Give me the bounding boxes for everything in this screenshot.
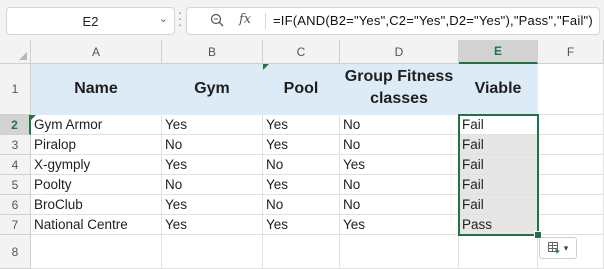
cell-d8[interactable]: [340, 235, 459, 269]
cell-viable[interactable]: Fail: [459, 135, 538, 155]
row-header-7[interactable]: 7: [0, 215, 31, 235]
row-header-3[interactable]: 3: [0, 135, 31, 155]
cell-pool[interactable]: No: [263, 155, 340, 175]
cell-pool[interactable]: Yes: [263, 175, 340, 195]
cell-a8[interactable]: [31, 235, 162, 269]
cell-pool[interactable]: Yes: [263, 135, 340, 155]
name-box[interactable]: E2 ⌄: [6, 7, 175, 35]
cell-name[interactable]: Poolty: [31, 175, 162, 195]
column-header-b[interactable]: B: [162, 40, 263, 64]
cell-group[interactable]: No: [340, 195, 459, 215]
column-header-d[interactable]: D: [340, 40, 459, 64]
row-header-4[interactable]: 4: [0, 155, 31, 175]
divider: [265, 13, 266, 29]
cell-gym[interactable]: No: [162, 175, 263, 195]
select-all-button[interactable]: [0, 40, 31, 64]
header-name[interactable]: Name: [31, 64, 162, 115]
cell-e8[interactable]: [459, 235, 538, 269]
cell-gym[interactable]: Yes: [162, 195, 263, 215]
cell-viable[interactable]: Pass: [459, 215, 538, 235]
name-box-value: E2: [82, 13, 99, 29]
row-header-5[interactable]: 5: [0, 175, 31, 195]
cell-f[interactable]: [538, 115, 604, 135]
cell-group[interactable]: No: [340, 175, 459, 195]
cell-gym[interactable]: Yes: [162, 155, 263, 175]
cell-group[interactable]: Yes: [340, 215, 459, 235]
column-header-c[interactable]: C: [263, 40, 340, 64]
cell-pool[interactable]: Yes: [263, 215, 340, 235]
select-all-triangle-icon: [19, 52, 27, 60]
cell-gym[interactable]: Yes: [162, 215, 263, 235]
header-group-fitness[interactable]: Group Fitness classes: [340, 64, 459, 115]
cell-gym[interactable]: No: [162, 135, 263, 155]
cell-name[interactable]: BroClub: [31, 195, 162, 215]
cell-f[interactable]: [538, 195, 604, 215]
cell-name[interactable]: X-gymply: [31, 155, 162, 175]
insert-function-icon[interactable]: fx: [239, 12, 251, 27]
header-viable[interactable]: Viable: [459, 64, 538, 115]
formula-input[interactable]: fx =IF(AND(B2="Yes",C2="Yes",D2="Yes"),"…: [186, 7, 600, 35]
column-header-a[interactable]: A: [31, 40, 162, 64]
header-pool[interactable]: Pool: [263, 64, 340, 115]
cell-f1[interactable]: [538, 64, 604, 115]
quick-analysis-button[interactable]: ▾: [539, 237, 577, 259]
cell-pool[interactable]: Yes: [263, 115, 340, 135]
error-indicator-icon[interactable]: [31, 115, 36, 120]
cell-name[interactable]: Gym Armor: [31, 115, 162, 135]
cell-name[interactable]: Piralop: [31, 135, 162, 155]
chevron-down-icon: ▾: [563, 242, 569, 253]
cell-name[interactable]: National Centre: [31, 215, 162, 235]
more-options-icon[interactable]: · · ·: [176, 5, 184, 31]
cell-f[interactable]: [538, 215, 604, 235]
cell-b8[interactable]: [162, 235, 263, 269]
cell-f[interactable]: [538, 175, 604, 195]
cell-viable[interactable]: Fail: [459, 175, 538, 195]
worksheet-grid[interactable]: A B C D E F 1 2 3 4 5 6 7 8 Name Gym Poo…: [0, 40, 604, 269]
cell-pool[interactable]: No: [263, 195, 340, 215]
cell-viable[interactable]: Fail: [459, 115, 538, 135]
row-header-8[interactable]: 8: [0, 235, 31, 269]
quick-analysis-icon: [547, 242, 560, 254]
column-header-e[interactable]: E: [459, 40, 538, 64]
row-header-1[interactable]: 1: [0, 64, 31, 115]
cell-f[interactable]: [538, 155, 604, 175]
cell-c8[interactable]: [263, 235, 340, 269]
zoom-formula-icon[interactable]: [209, 12, 225, 28]
header-gym[interactable]: Gym: [162, 64, 263, 115]
cell-viable[interactable]: Fail: [459, 155, 538, 175]
cell-group[interactable]: Yes: [340, 155, 459, 175]
row-header-6[interactable]: 6: [0, 195, 31, 215]
cell-group[interactable]: No: [340, 135, 459, 155]
cell-viable[interactable]: Fail: [459, 195, 538, 215]
cell-f[interactable]: [538, 135, 604, 155]
row-header-2[interactable]: 2: [0, 115, 31, 135]
cell-gym[interactable]: Yes: [162, 115, 263, 135]
chevron-down-icon[interactable]: ⌄: [159, 12, 168, 25]
column-header-f[interactable]: F: [538, 40, 604, 64]
formula-bar-area: E2 ⌄ · · · fx =IF(AND(B2="Yes",C2="Yes",D2…: [0, 0, 604, 40]
formula-text[interactable]: =IF(AND(B2="Yes",C2="Yes",D2="Yes"),"Pas…: [273, 13, 593, 28]
cell-group[interactable]: No: [340, 115, 459, 135]
comment-indicator-icon: [263, 64, 269, 70]
